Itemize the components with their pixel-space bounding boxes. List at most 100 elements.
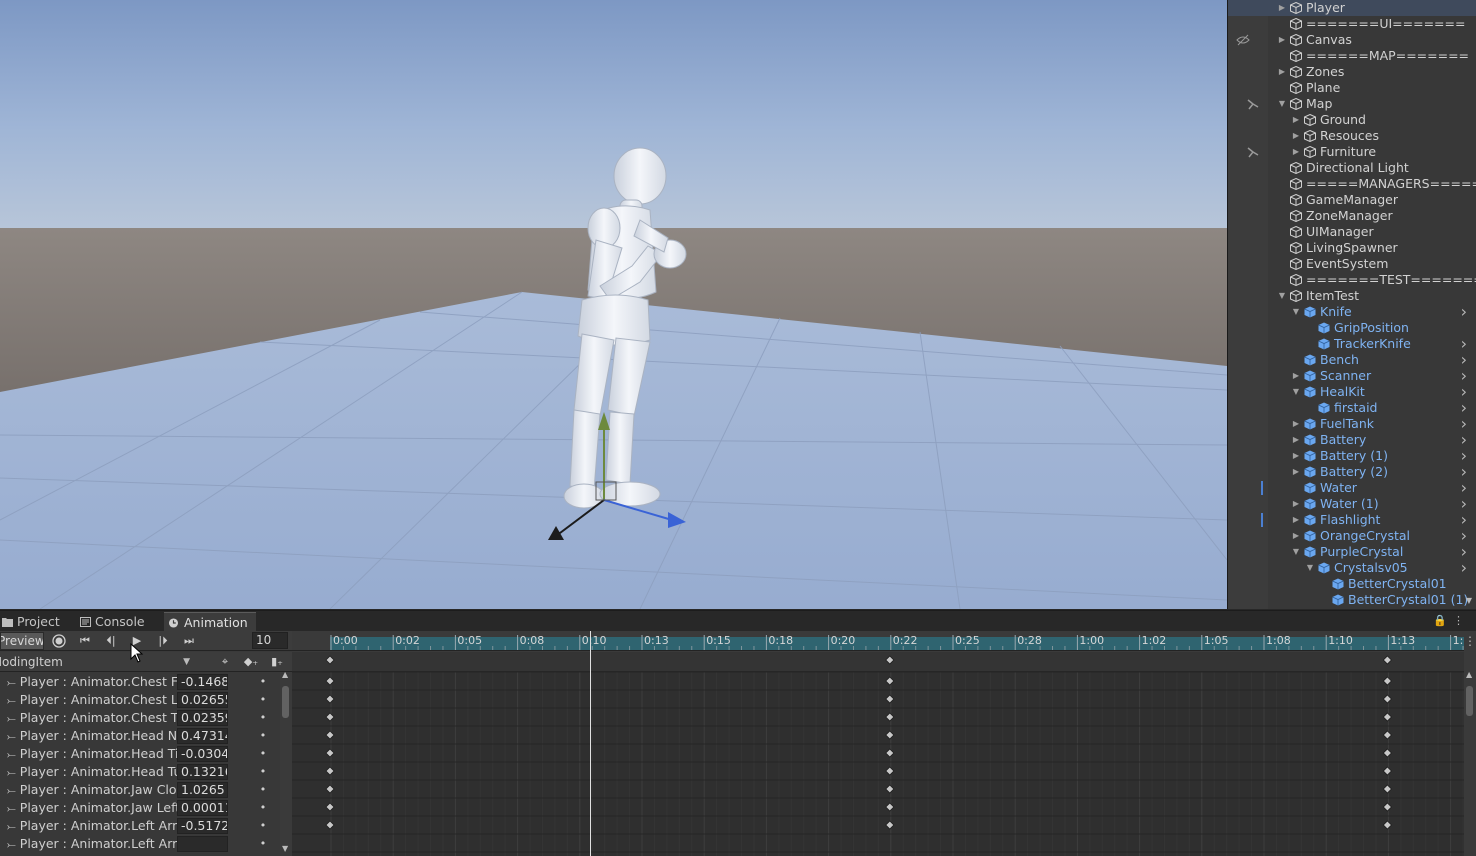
hierarchy-item[interactable]: Water › xyxy=(1228,480,1476,496)
property-row[interactable]: ⤚ Player : Animator.Left Arm Down-Up-0.5… xyxy=(0,817,280,835)
chevron-right-icon[interactable]: › xyxy=(1461,384,1467,400)
timeline-ruler[interactable]: 0:00 0:02 0:05 0:08 0:10 0:13 0:15 0:18 0:20 0:22… xyxy=(292,631,1464,651)
hierarchy-item[interactable]: ZoneManager xyxy=(1228,208,1476,224)
keyframe[interactable] xyxy=(885,784,895,794)
hierarchy-item[interactable]: ▶ Scanner › xyxy=(1228,368,1476,384)
keyframe[interactable] xyxy=(325,748,335,758)
keyframe[interactable] xyxy=(325,730,335,740)
hierarchy-item[interactable]: BetterCrystal01 xyxy=(1228,576,1476,592)
hierarchy-item[interactable]: ▶ Player xyxy=(1228,0,1476,16)
key-options-icon[interactable]: • xyxy=(258,781,268,799)
fold-closed-icon[interactable]: ▶ xyxy=(1291,528,1301,544)
property-row[interactable]: ⤚ Player : Animator.Jaw Left-Right0.0001… xyxy=(0,799,280,817)
chevron-right-icon[interactable]: › xyxy=(1461,400,1467,416)
last-key-button[interactable]: ⏭ xyxy=(176,632,202,650)
hierarchy-item[interactable]: LivingSpawner xyxy=(1228,240,1476,256)
keyframe[interactable] xyxy=(325,676,335,686)
keyframe[interactable] xyxy=(1382,802,1392,812)
keyframe[interactable] xyxy=(885,748,895,758)
key-options-icon[interactable]: • xyxy=(258,817,268,835)
key-options-icon[interactable]: • xyxy=(258,673,268,691)
fold-closed-icon[interactable]: ▶ xyxy=(1291,128,1301,144)
keyframe[interactable] xyxy=(325,766,335,776)
hierarchy-item[interactable]: ▼ ItemTest xyxy=(1228,288,1476,304)
fold-open-icon[interactable]: ▼ xyxy=(1277,96,1287,112)
property-row[interactable]: ⤚ Player : Animator.Chest Front-Back-0.1… xyxy=(0,673,280,691)
fold-open-icon[interactable]: ▼ xyxy=(1277,288,1287,304)
add-event-button[interactable]: ▮₊ xyxy=(266,654,288,670)
key-options-icon[interactable]: • xyxy=(258,691,268,709)
chevron-right-icon[interactable]: › xyxy=(1461,352,1467,368)
hierarchy-item[interactable]: firstaid › xyxy=(1228,400,1476,416)
hierarchy-item[interactable]: ▼ HealKit › xyxy=(1228,384,1476,400)
next-key-button[interactable]: |⏵︎ xyxy=(150,632,176,650)
hierarchy-item[interactable]: ▶ Battery (1) › xyxy=(1228,448,1476,464)
clip-dropdown[interactable]: HodingItem ▼ xyxy=(0,653,196,671)
fold-closed-icon[interactable]: ▶ xyxy=(1291,368,1301,384)
fold-closed-icon[interactable]: ▶ xyxy=(1291,416,1301,432)
scroll-thumb[interactable] xyxy=(282,686,289,718)
property-row[interactable]: ⤚ Player : Animator.Head Nod 0.47314 • xyxy=(0,727,280,745)
hierarchy-item[interactable]: ▶ Resouces xyxy=(1228,128,1476,144)
filter-button[interactable]: ⌖ xyxy=(214,654,236,670)
property-row[interactable]: ⤚ Player : Animator.Head Turn 0.13216 • xyxy=(0,763,280,781)
keyframe[interactable] xyxy=(325,694,335,704)
keyframe[interactable] xyxy=(1382,784,1392,794)
hierarchy-item[interactable]: ▶ FuelTank › xyxy=(1228,416,1476,432)
tab-console[interactable]: Console xyxy=(78,612,164,632)
hierarchy-item[interactable]: ▼ Map xyxy=(1228,96,1476,112)
chevron-right-icon[interactable]: › xyxy=(1461,528,1467,544)
keyframe[interactable] xyxy=(885,676,895,686)
keyframe[interactable] xyxy=(325,784,335,794)
keyframe[interactable] xyxy=(885,802,895,812)
first-key-button[interactable]: ⏮ xyxy=(72,632,98,650)
hierarchy-item[interactable]: ▶ Water (1) › xyxy=(1228,496,1476,512)
keyframe[interactable] xyxy=(325,802,335,812)
hierarchy-item[interactable]: EventSystem xyxy=(1228,256,1476,272)
hierarchy-item[interactable]: Plane xyxy=(1228,80,1476,96)
property-scrollbar[interactable]: ▲ ▼ xyxy=(280,672,292,856)
hierarchy-item[interactable]: ▼ Crystalsv05 › xyxy=(1228,560,1476,576)
scroll-up-icon[interactable]: ▲ xyxy=(282,672,288,679)
fold-open-icon[interactable]: ▼ xyxy=(1291,544,1301,560)
frame-input[interactable]: 10 xyxy=(252,632,288,649)
keyframe[interactable] xyxy=(325,712,335,722)
fold-closed-icon[interactable]: ▶ xyxy=(1291,464,1301,480)
fold-open-icon[interactable]: ▼ xyxy=(1305,560,1315,576)
key-options-icon[interactable]: • xyxy=(258,835,268,853)
property-value-field[interactable]: -0.1468 xyxy=(177,674,228,690)
chevron-right-icon[interactable]: › xyxy=(1461,560,1467,576)
playhead-line[interactable] xyxy=(590,631,591,856)
fold-closed-icon[interactable]: ▶ xyxy=(1277,64,1287,80)
hierarchy-item[interactable]: TrackerKnife › xyxy=(1228,336,1476,352)
key-options-icon[interactable]: • xyxy=(258,709,268,727)
hierarchy-item[interactable]: GripPosition xyxy=(1228,320,1476,336)
key-options-icon[interactable]: • xyxy=(258,745,268,763)
property-row[interactable]: ⤚ Player : Animator.Head Tilt Left-Right… xyxy=(0,745,280,763)
dopesheet-scrollbar[interactable]: ▲ xyxy=(1464,670,1476,856)
scroll-down-icon[interactable]: ▼ xyxy=(1466,596,1472,605)
prev-key-button[interactable]: ⏴︎| xyxy=(98,632,124,650)
chevron-right-icon[interactable]: › xyxy=(1461,448,1467,464)
property-value-field[interactable]: -0.0304 xyxy=(177,746,228,762)
property-value-field[interactable]: 0.02359 xyxy=(177,710,228,726)
scroll-thumb[interactable] xyxy=(1466,686,1473,716)
property-row[interactable]: ⤚ Player : Animator.Chest Left-Right0.02… xyxy=(0,691,280,709)
fold-open-icon[interactable]: ▼ xyxy=(1291,304,1301,320)
hierarchy-item[interactable]: ▼ Knife › xyxy=(1228,304,1476,320)
keyframe[interactable] xyxy=(1382,712,1392,722)
hierarchy-item[interactable]: ▼ PurpleCrystal › xyxy=(1228,544,1476,560)
hierarchy-item[interactable]: ======MAP======= xyxy=(1228,48,1476,64)
fold-closed-icon[interactable]: ▶ xyxy=(1291,496,1301,512)
chevron-right-icon[interactable]: › xyxy=(1461,464,1467,480)
summary-keyframe[interactable] xyxy=(325,655,335,665)
chevron-right-icon[interactable]: › xyxy=(1461,432,1467,448)
fold-closed-icon[interactable]: ▶ xyxy=(1277,32,1287,48)
property-row[interactable]: ⤚ Player : Animator.Left Arm Front-Back • xyxy=(0,835,280,853)
chevron-right-icon[interactable]: › xyxy=(1461,480,1467,496)
lock-and-menu-icon[interactable]: 🔒⋮ xyxy=(1433,614,1470,627)
property-row[interactable]: ⤚ Player : Animator.Jaw Close 1.0265 • xyxy=(0,781,280,799)
hierarchy-item[interactable]: =======UI======= xyxy=(1228,16,1476,32)
chevron-right-icon[interactable]: › xyxy=(1461,304,1467,320)
chevron-right-icon[interactable]: › xyxy=(1461,336,1467,352)
